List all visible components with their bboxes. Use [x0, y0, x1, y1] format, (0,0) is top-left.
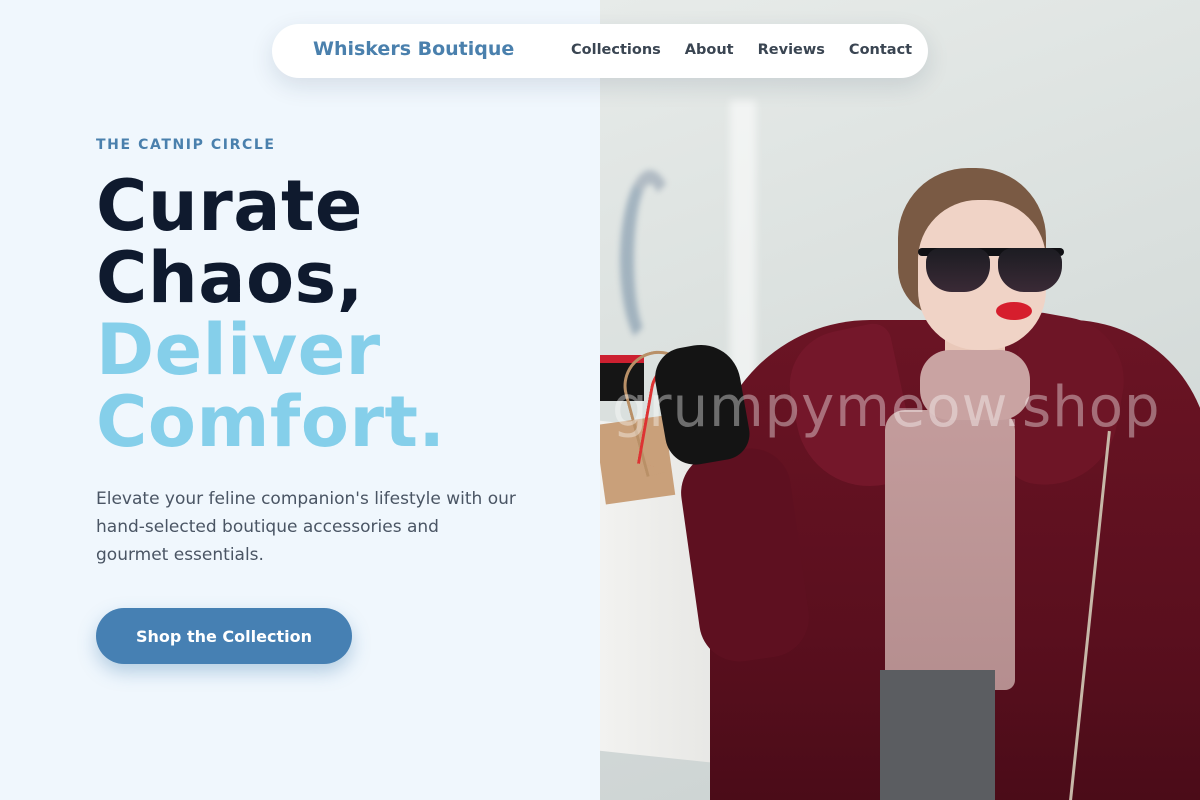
headline-line-1: Curate	[96, 165, 363, 247]
headline-line-4: Comfort.	[96, 381, 446, 463]
hero-eyebrow: THE CATNIP CIRCLE	[96, 137, 276, 153]
nav-link-reviews[interactable]: Reviews	[758, 42, 825, 58]
nav-link-collections[interactable]: Collections	[571, 42, 661, 58]
sunglasses-icon	[918, 242, 1064, 294]
photo-watermark: grumpymeow.shop	[612, 375, 1161, 440]
brand-logo[interactable]: Whiskers Boutique	[313, 38, 514, 60]
top-navigation: Whiskers Boutique Collections About Revi…	[272, 24, 928, 78]
model-lips	[996, 302, 1032, 320]
landing-page: THE CATNIP CIRCLE Curate Chaos, Deliver …	[0, 0, 1200, 800]
hero-headline: Curate Chaos, Deliver Comfort.	[96, 170, 446, 458]
nav-link-contact[interactable]: Contact	[849, 42, 912, 58]
model-sweater	[885, 410, 1015, 690]
hero-description: Elevate your feline companion's lifestyl…	[96, 489, 516, 565]
model-skirt	[880, 670, 995, 800]
headline-line-2: Chaos,	[96, 237, 364, 319]
background-arc	[620, 170, 680, 350]
shop-collection-button[interactable]: Shop the Collection	[96, 608, 352, 664]
nav-link-about[interactable]: About	[685, 42, 734, 58]
hero-left-panel: THE CATNIP CIRCLE Curate Chaos, Deliver …	[0, 0, 600, 800]
nav-links: Collections About Reviews Contact	[571, 42, 912, 58]
headline-line-3: Deliver	[96, 309, 381, 391]
